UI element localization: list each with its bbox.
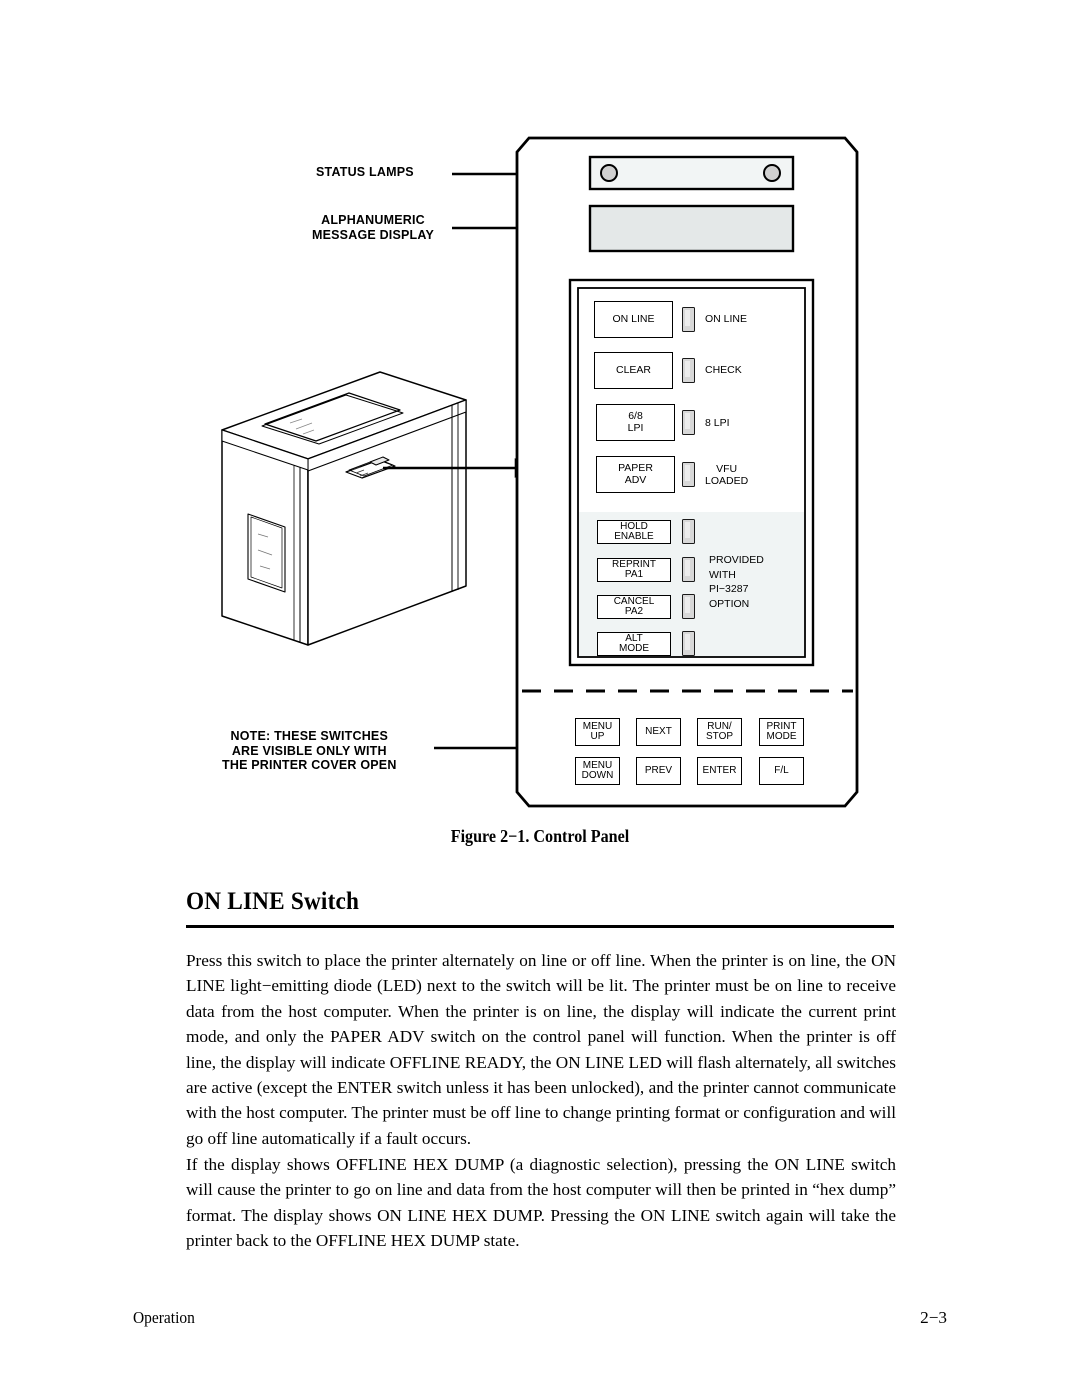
switch-label: ALT MODE xyxy=(619,632,649,654)
switch-label: PAPER ADV xyxy=(618,462,653,486)
option-note-line: PI−3287 xyxy=(709,583,749,595)
lamp-check xyxy=(682,358,695,383)
switch-run-stop[interactable]: RUN/ STOP xyxy=(697,718,742,746)
callout-alphanumeric-display: ALPHANUMERIC MESSAGE DISPLAY xyxy=(312,213,434,242)
callout-cover-note: NOTE: THESE SWITCHES ARE VISIBLE ONLY WI… xyxy=(222,729,397,773)
option-note-line: WITH xyxy=(709,568,736,581)
switch-print-mode[interactable]: PRINT MODE xyxy=(759,718,804,746)
switch-clear[interactable]: CLEAR xyxy=(594,352,673,389)
callout-line: ALPHANUMERIC xyxy=(321,213,425,227)
option-note-line: PROVIDED xyxy=(709,554,764,566)
switch-paper-adv[interactable]: PAPER ADV xyxy=(596,456,675,493)
lamp-on-line xyxy=(682,307,695,332)
lamp-label-vfu-loaded: VFU LOADED xyxy=(705,463,749,487)
switch-label: MENU UP xyxy=(582,720,613,742)
lamp-cancel-pa2 xyxy=(682,594,695,619)
switch-enter[interactable]: ENTER xyxy=(697,757,742,785)
figure-caption: Figure 2−1. Control Panel xyxy=(450,826,630,846)
page-title: ON LINE Switch xyxy=(186,888,360,915)
switch-hold-enable[interactable]: HOLD ENABLE xyxy=(597,520,671,544)
lamp-label-check: CHECK xyxy=(705,364,742,376)
switch-label: F/L xyxy=(774,764,789,776)
heading-divider xyxy=(186,925,894,928)
footer-page-number: 2−3 xyxy=(920,1308,947,1327)
switch-reprint-pa1[interactable]: REPRINT PA1 xyxy=(597,558,671,582)
switch-alt-mode[interactable]: ALT MODE xyxy=(597,632,671,656)
switch-f-l[interactable]: F/L xyxy=(759,757,804,785)
switch-label: REPRINT PA1 xyxy=(612,558,656,580)
switch-cancel-pa2[interactable]: CANCEL PA2 xyxy=(597,595,671,619)
callout-line: MESSAGE DISPLAY xyxy=(312,227,435,242)
status-lamp-strip xyxy=(588,155,795,191)
switch-prev[interactable]: PREV xyxy=(636,757,681,785)
switch-menu-down[interactable]: MENU DOWN xyxy=(575,757,620,785)
lamp-alt-mode xyxy=(682,631,695,656)
option-note: PROVIDED WITH PI−3287 OPTION xyxy=(709,553,764,611)
footer-section-name: Operation xyxy=(133,1308,195,1327)
switch-label: ON LINE xyxy=(612,312,655,325)
switch-label: 6/8 LPI xyxy=(627,410,644,434)
switch-label: NEXT xyxy=(645,725,672,737)
printer-illustration xyxy=(221,371,467,646)
callout-line: THE PRINTER COVER OPEN xyxy=(222,758,397,772)
switch-label: HOLD ENABLE xyxy=(614,520,654,542)
body-paragraph: If the display shows OFFLINE HEX DUMP (a… xyxy=(186,1155,896,1251)
switch-label: PRINT MODE xyxy=(766,720,797,742)
switch-label: MENU DOWN xyxy=(581,759,614,781)
lamp-8-lpi xyxy=(682,410,695,435)
lamp-label-8-lpi: 8 LPI xyxy=(705,417,730,429)
lamp-reprint-pa1 xyxy=(682,557,695,582)
lamp-hold-enable xyxy=(682,519,695,544)
figure-control-panel: STATUS LAMPS ALPHANUMERIC MESSAGE DISPLA… xyxy=(0,0,1080,815)
switch-label: ENTER xyxy=(702,764,737,776)
lamp-label-on-line: ON LINE xyxy=(705,313,748,325)
switch-label: PREV xyxy=(644,764,673,776)
switch-label: CANCEL PA2 xyxy=(613,595,655,617)
callout-line: STATUS LAMPS xyxy=(316,165,414,179)
body-paragraph: Press this switch to place the printer a… xyxy=(186,951,896,1148)
switch-label: CLEAR xyxy=(615,363,651,376)
switch-6-8-lpi[interactable]: 6/8 LPI xyxy=(596,404,675,441)
switch-next[interactable]: NEXT xyxy=(636,718,681,746)
switch-on-line[interactable]: ON LINE xyxy=(594,301,673,338)
option-note-line: OPTION xyxy=(709,597,750,610)
switch-menu-up[interactable]: MENU UP xyxy=(575,718,620,746)
alphanumeric-message-display xyxy=(588,204,795,253)
callout-line: NOTE: THESE SWITCHES xyxy=(230,729,389,743)
document-page: STATUS LAMPS ALPHANUMERIC MESSAGE DISPLA… xyxy=(0,0,1080,1397)
figure-illustration xyxy=(221,136,859,808)
switch-label: RUN/ STOP xyxy=(705,720,734,742)
callout-line: ARE VISIBLE ONLY WITH xyxy=(231,743,387,758)
callout-status-lamps: STATUS LAMPS xyxy=(316,165,414,180)
lamp-vfu-loaded xyxy=(682,462,695,487)
